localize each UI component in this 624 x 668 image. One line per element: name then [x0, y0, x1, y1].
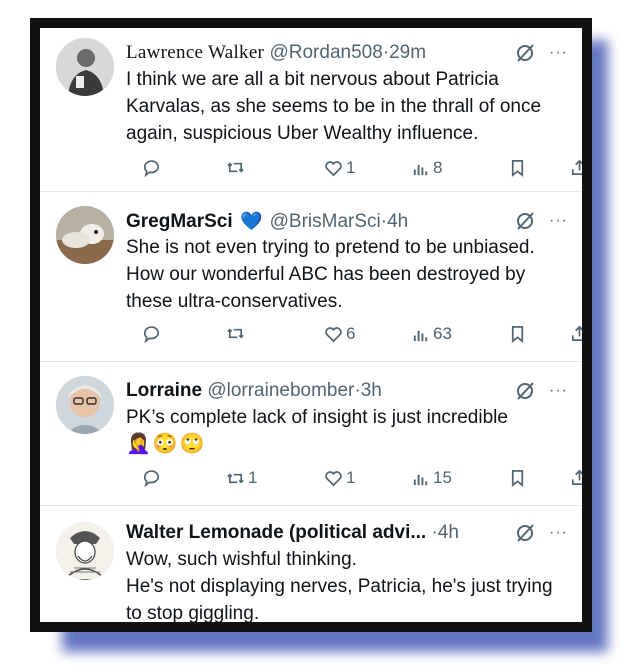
more-options-icon[interactable]: ··· — [549, 378, 568, 404]
bookmark-icon — [511, 325, 524, 343]
views-icon — [413, 164, 428, 175]
timestamp[interactable]: 3h — [361, 380, 382, 401]
display-name[interactable]: Walter Lemonade (political advi... — [126, 522, 426, 543]
display-name[interactable]: GregMarSci — [126, 211, 233, 232]
avatar[interactable] — [56, 376, 114, 434]
header-icons: ··· — [515, 378, 568, 404]
more-options-icon[interactable]: ··· — [549, 520, 568, 546]
retweet-icon — [227, 162, 244, 173]
avatar[interactable] — [56, 206, 114, 264]
like-button[interactable]: 1 — [324, 158, 355, 178]
user-handle[interactable]: @Rordan508 — [269, 42, 382, 63]
views-button[interactable]: 8 — [411, 158, 442, 178]
more-options-icon[interactable]: ··· — [549, 40, 568, 66]
user-handle[interactable]: @lorrainebomber — [207, 380, 354, 401]
share-button[interactable] — [570, 324, 582, 343]
emoji-line: 🤦‍♀️😳🙄 — [126, 433, 207, 455]
reply-icon — [143, 160, 159, 177]
bookmark-icon — [511, 159, 524, 177]
action-bar: 1 1 15 — [56, 468, 582, 492]
tweet-text: I think we are all a bit nervous about P… — [126, 69, 542, 144]
header-icons: ··· — [515, 208, 568, 234]
bookmark-button[interactable] — [508, 324, 527, 343]
like-count: 1 — [346, 468, 356, 487]
blue-heart-emoji: 💙 — [239, 211, 263, 231]
tweet-3[interactable]: Lorraine @lorrainebomber·3h ··· PK’s com… — [40, 362, 582, 506]
action-bar: 6 63 — [56, 324, 582, 348]
display-name[interactable]: Lawrence Walker — [126, 42, 264, 63]
retweet-button[interactable]: 1 — [226, 468, 257, 488]
timestamp[interactable]: 4h — [387, 211, 408, 232]
avatar[interactable] — [56, 38, 114, 96]
tweet-content: GregMarSci 💙 @BrisMarSci·4h ··· She is n… — [126, 208, 568, 315]
tweet-header: Lawrence Walker @Rordan508·29m ··· — [126, 40, 568, 66]
bookmark-button[interactable] — [508, 468, 527, 487]
view-count: 8 — [433, 158, 443, 177]
tweet-content: Lawrence Walker @Rordan508·29m ··· I thi… — [126, 40, 568, 147]
share-icon — [571, 325, 582, 342]
tweet-4[interactable]: Walter Lemonade (political advi... ·4h ·… — [40, 506, 582, 622]
retweet-button[interactable] — [226, 324, 245, 343]
grok-slash-icon[interactable] — [515, 211, 535, 231]
display-name[interactable]: Lorraine — [126, 380, 202, 401]
tweet-text: She is not even trying to pretend to be … — [126, 237, 535, 312]
grok-slash-icon[interactable] — [515, 523, 535, 543]
tweet-text: PK’s complete lack of insight is just in… — [126, 407, 508, 428]
share-button[interactable] — [570, 158, 582, 177]
heart-icon — [325, 470, 342, 486]
header-icons: ··· — [515, 40, 568, 66]
header-icons: ··· — [515, 520, 568, 546]
grok-slash-icon[interactable] — [515, 43, 535, 63]
like-button[interactable]: 1 — [324, 468, 355, 488]
reply-icon — [143, 470, 159, 487]
timestamp[interactable]: 4h — [438, 522, 459, 543]
bookmark-icon — [511, 469, 524, 487]
views-button[interactable]: 63 — [411, 324, 452, 344]
tweet-header: Walter Lemonade (political advi... ·4h ·… — [126, 520, 568, 546]
tweet-header: GregMarSci 💙 @BrisMarSci·4h ··· — [126, 208, 568, 234]
reply-button[interactable] — [142, 468, 161, 487]
view-count: 63 — [433, 324, 452, 343]
bookmark-button[interactable] — [508, 158, 527, 177]
views-icon — [413, 330, 428, 341]
timestamp[interactable]: 29m — [389, 42, 426, 63]
tweet-text-line-2: He's not displaying nerves, Patricia, he… — [126, 576, 553, 622]
avatar[interactable] — [56, 522, 114, 580]
like-count: 6 — [346, 324, 356, 343]
views-button[interactable]: 15 — [411, 468, 452, 488]
heart-icon — [325, 326, 342, 342]
tweet-header: Lorraine @lorrainebomber·3h ··· — [126, 378, 568, 404]
tweet-1[interactable]: Lawrence Walker @Rordan508·29m ··· I thi… — [40, 28, 582, 192]
tweet-text-line-1: Wow, such wishful thinking. — [126, 549, 357, 570]
like-count: 1 — [346, 158, 356, 177]
share-icon — [571, 469, 582, 486]
tweet-2[interactable]: GregMarSci 💙 @BrisMarSci·4h ··· She is n… — [40, 192, 582, 362]
retweet-count: 1 — [248, 468, 258, 487]
retweet-button[interactable] — [226, 158, 245, 177]
views-icon — [413, 474, 428, 485]
reply-button[interactable] — [142, 324, 161, 343]
action-bar: 1 8 — [56, 158, 582, 182]
share-button[interactable] — [570, 468, 582, 487]
tweet-content: Walter Lemonade (political advi... ·4h ·… — [126, 520, 568, 622]
tweet-feed: Lawrence Walker @Rordan508·29m ··· I thi… — [40, 28, 582, 622]
view-count: 15 — [433, 468, 452, 487]
user-handle[interactable]: @BrisMarSci — [270, 211, 381, 232]
share-icon — [571, 159, 582, 176]
screenshot-frame: Lawrence Walker @Rordan508·29m ··· I thi… — [30, 18, 592, 632]
tweet-content: Lorraine @lorrainebomber·3h ··· PK’s com… — [126, 378, 568, 458]
reply-icon — [143, 326, 159, 343]
retweet-icon — [227, 472, 244, 484]
retweet-icon — [227, 328, 244, 339]
more-options-icon[interactable]: ··· — [549, 208, 568, 234]
like-button[interactable]: 6 — [324, 324, 355, 344]
heart-icon — [325, 160, 342, 176]
reply-button[interactable] — [142, 158, 161, 177]
grok-slash-icon[interactable] — [515, 381, 535, 401]
